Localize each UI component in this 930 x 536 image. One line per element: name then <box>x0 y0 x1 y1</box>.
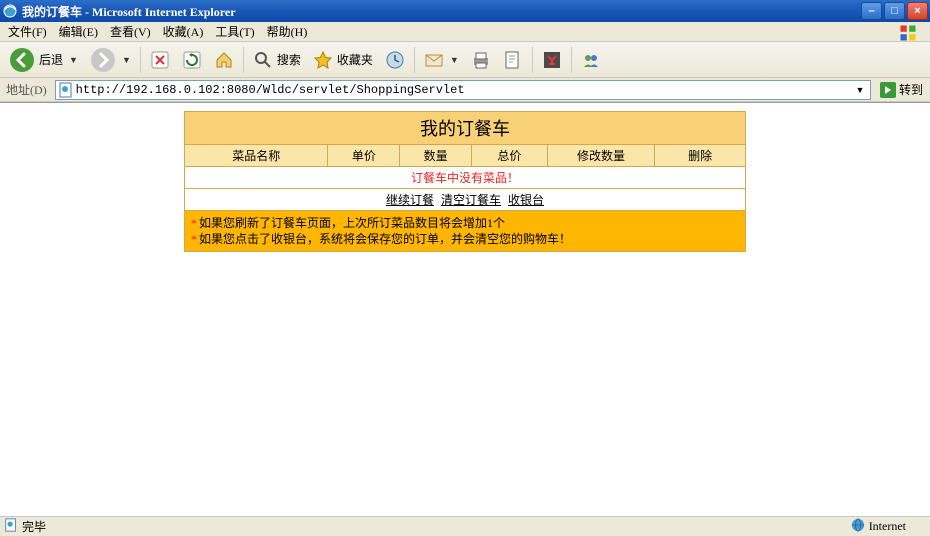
clear-link[interactable]: 清空订餐车 <box>441 193 501 207</box>
status-zone: Internet <box>869 519 906 534</box>
tip-row: *如果您点击了收银台，系统将会保存您的订单，并会清空您的购物车！ <box>191 231 739 247</box>
separator <box>571 47 572 73</box>
address-input[interactable] <box>76 82 852 98</box>
chevron-down-icon: ▼ <box>122 55 131 65</box>
page-content: 我的订餐车 菜品名称 单价 数量 总价 修改数量 删除 订餐车中没有菜品！ 继续… <box>0 102 930 516</box>
separator <box>532 47 533 73</box>
menu-favorites[interactable]: 收藏(A) <box>157 21 210 42</box>
mail-button[interactable]: ▼ <box>419 46 464 74</box>
tip-text: 如果您点击了收银台，系统将会保存您的订单，并会清空您的购物车！ <box>199 232 571 246</box>
separator <box>243 47 244 73</box>
back-button[interactable]: 后退 ▼ <box>4 46 83 74</box>
status-done: 完毕 <box>22 518 46 535</box>
minimize-button[interactable]: – <box>861 2 882 20</box>
go-label: 转到 <box>899 81 923 98</box>
home-button[interactable] <box>209 46 239 74</box>
menu-tools[interactable]: 工具(T) <box>209 21 260 42</box>
col-edit-qty: 修改数量 <box>548 145 656 167</box>
continue-link[interactable]: 继续订餐 <box>386 193 434 207</box>
cart-link-row: 继续订餐 清空订餐车 收银台 <box>185 189 745 211</box>
bullet-icon: * <box>191 216 197 230</box>
chevron-down-icon: ▼ <box>69 55 78 65</box>
menu-help[interactable]: 帮助(H) <box>261 21 314 42</box>
print-button[interactable] <box>466 46 496 74</box>
address-dropdown-icon[interactable]: ▼ <box>852 85 868 95</box>
forward-button[interactable]: ▼ <box>85 46 136 74</box>
favorites-label: 收藏夹 <box>337 51 373 68</box>
col-total: 总价 <box>472 145 548 167</box>
chevron-down-icon: ▼ <box>450 55 459 65</box>
page-icon <box>4 518 18 536</box>
close-button[interactable]: × <box>907 2 928 20</box>
messenger-button[interactable] <box>576 46 606 74</box>
menubar: 文件(F) 编辑(E) 查看(V) 收藏(A) 工具(T) 帮助(H) <box>0 22 930 42</box>
col-price: 单价 <box>328 145 400 167</box>
cart-header-row: 菜品名称 单价 数量 总价 修改数量 删除 <box>185 145 745 167</box>
go-button[interactable]: 转到 <box>875 80 928 100</box>
maximize-button[interactable]: □ <box>884 2 905 20</box>
address-input-wrap[interactable]: ▼ <box>55 80 871 100</box>
separator <box>414 47 415 73</box>
address-label: 地址(D) <box>2 81 51 98</box>
edit-button[interactable] <box>498 46 528 74</box>
bullet-icon: * <box>191 232 197 246</box>
search-label: 搜索 <box>277 51 301 68</box>
antivirus-button[interactable] <box>537 46 567 74</box>
cart-table: 我的订餐车 菜品名称 单价 数量 总价 修改数量 删除 订餐车中没有菜品！ 继续… <box>184 111 746 252</box>
back-label: 后退 <box>39 51 63 68</box>
separator <box>140 47 141 73</box>
cart-tips: *如果您刷新了订餐车页面，上次所订菜品数目将会增加1个 *如果您点击了收银台，系… <box>185 211 745 251</box>
col-qty: 数量 <box>400 145 472 167</box>
col-delete: 删除 <box>655 145 745 167</box>
col-name: 菜品名称 <box>185 145 328 167</box>
cart-title: 我的订餐车 <box>185 112 745 145</box>
windows-flag-icon <box>898 23 928 41</box>
page-icon <box>58 82 74 98</box>
tip-text: 如果您刷新了订餐车页面，上次所订菜品数目将会增加1个 <box>199 216 505 230</box>
search-button[interactable]: 搜索 <box>248 46 306 74</box>
menu-view[interactable]: 查看(V) <box>104 21 157 42</box>
menu-edit[interactable]: 编辑(E) <box>53 21 104 42</box>
refresh-button[interactable] <box>177 46 207 74</box>
internet-zone-icon <box>851 518 865 536</box>
favorites-button[interactable]: 收藏夹 <box>308 46 378 74</box>
status-bar: 完毕 Internet <box>0 516 930 536</box>
history-button[interactable] <box>380 46 410 74</box>
stop-button[interactable] <box>145 46 175 74</box>
tip-row: *如果您刷新了订餐车页面，上次所订菜品数目将会增加1个 <box>191 215 739 231</box>
ie-icon <box>2 3 18 19</box>
toolbar: 后退 ▼ ▼ 搜索 收藏夹 ▼ <box>0 42 930 78</box>
menu-file[interactable]: 文件(F) <box>2 21 53 42</box>
window-titlebar: 我的订餐车 - Microsoft Internet Explorer – □ … <box>0 0 930 22</box>
checkout-link[interactable]: 收银台 <box>508 193 544 207</box>
window-title: 我的订餐车 - Microsoft Internet Explorer <box>22 3 861 20</box>
address-bar: 地址(D) ▼ 转到 <box>0 78 930 102</box>
cart-empty-message: 订餐车中没有菜品！ <box>185 167 745 189</box>
